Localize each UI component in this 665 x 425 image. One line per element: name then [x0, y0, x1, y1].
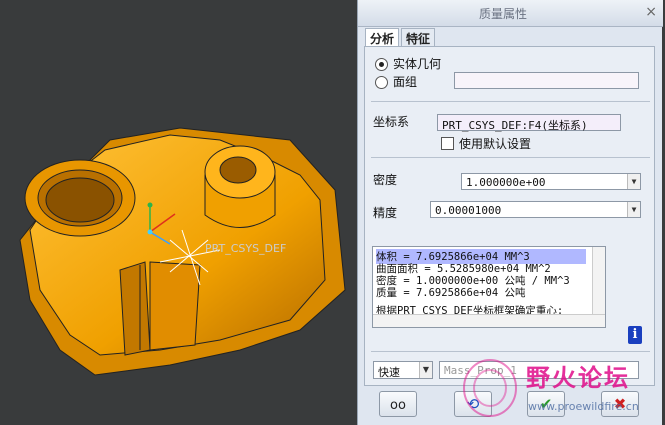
quilt-radio[interactable] [375, 76, 388, 89]
dialog-titlebar: 质量属性 × [358, 0, 663, 27]
ok-button[interactable]: ✔ [527, 391, 565, 417]
check-icon: ✔ [539, 395, 553, 413]
solid-label: 实体几何 [393, 57, 442, 71]
close-icon[interactable]: × [645, 4, 657, 20]
info-icon[interactable]: i [628, 326, 642, 344]
results-textbox[interactable]: 体积 = 7.6925866e+04 MM^3 曲面面积 = 5.5285980… [372, 246, 606, 328]
precision-dropdown-icon[interactable]: ▼ [627, 202, 640, 217]
density-label: 密度 [373, 173, 398, 187]
graphics-viewport[interactable]: PRT_CSYS_DEF [0, 0, 357, 425]
cancel-button[interactable]: ✖ [601, 391, 639, 417]
glasses-icon: oo [390, 398, 406, 413]
use-default-label: 使用默认设置 [459, 137, 532, 151]
csys-label: PRT_CSYS_DEF [205, 242, 286, 255]
coord-label: 坐标系 [373, 115, 410, 129]
part-model: PRT_CSYS_DEF [19, 127, 346, 376]
precision-field[interactable]: 0.00001000 ▼ [430, 201, 641, 218]
mass-properties-dialog: 质量属性 × 分析 特征 实体几何 面组 坐标系 PRT_CSYS_DEF:F4… [357, 0, 663, 425]
coord-field[interactable]: PRT_CSYS_DEF:F4(坐标系) [437, 114, 621, 132]
analysis-panel: 实体几何 面组 坐标系 PRT_CSYS_DEF:F4(坐标系) 使用默认设置 … [364, 46, 655, 386]
refresh-icon: ⟲ [466, 395, 480, 413]
mode-select[interactable]: 快速 ▼ [373, 361, 433, 379]
results-horizontal-scrollbar[interactable] [373, 314, 605, 327]
solid-radio[interactable] [375, 58, 388, 71]
quilt-field[interactable] [454, 72, 639, 89]
density-dropdown-icon[interactable]: ▼ [627, 174, 640, 189]
dialog-title: 质量属性 [478, 7, 527, 21]
results-vertical-scrollbar[interactable] [592, 247, 605, 315]
density-field[interactable]: 1.000000e+00 ▼ [461, 173, 641, 190]
name-field[interactable]: Mass_Prop_1 [439, 361, 639, 379]
mode-value: 快速 [378, 366, 400, 379]
precision-value: 0.00001000 [435, 204, 502, 217]
precision-label: 精度 [373, 206, 398, 220]
glasses-button[interactable]: oo [379, 391, 417, 417]
repeat-button[interactable]: ⟲ [454, 391, 492, 417]
use-default-checkbox[interactable] [441, 137, 454, 150]
mode-dropdown-icon[interactable]: ▼ [419, 362, 432, 378]
cross-icon: ✖ [613, 395, 627, 413]
result-mass: 质量 = 7.6925866e+04 公吨 [376, 287, 526, 299]
density-value: 1.000000e+00 [466, 176, 546, 189]
quilt-label: 面组 [393, 75, 418, 89]
